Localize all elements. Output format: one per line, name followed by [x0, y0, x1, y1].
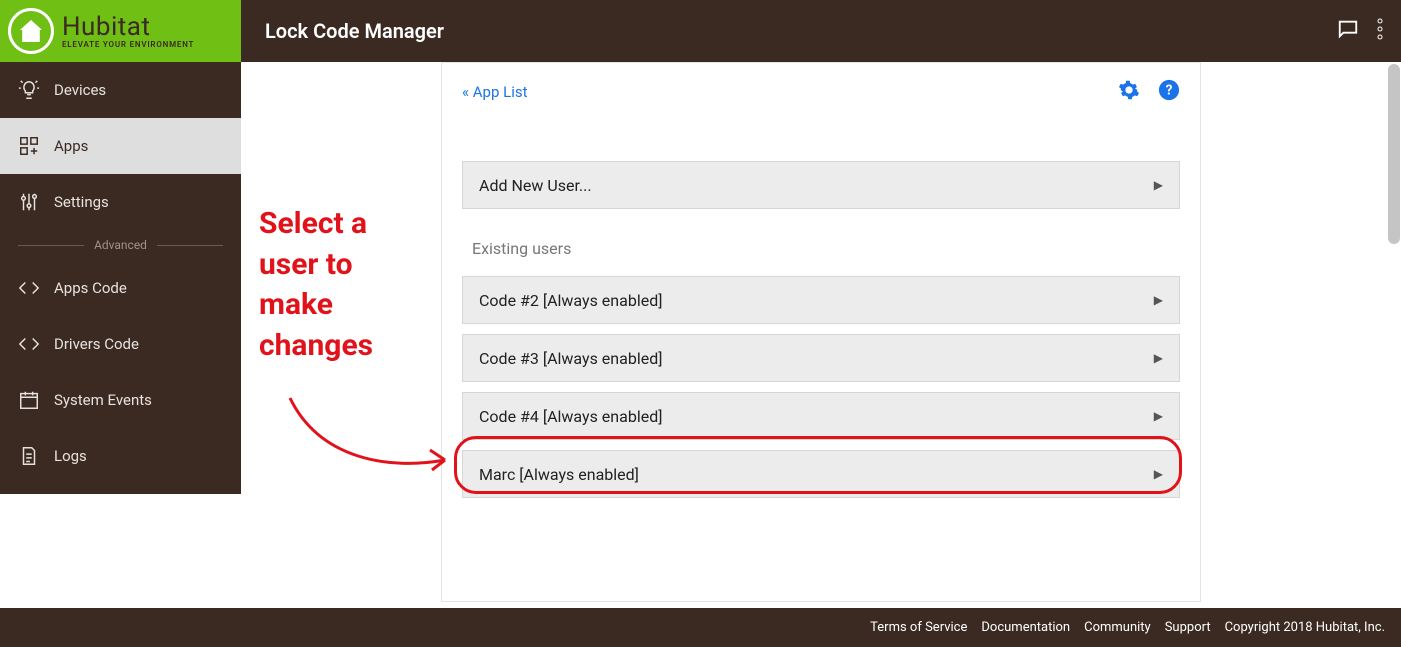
chevron-right-icon: ▶ [1154, 409, 1163, 423]
grid-icon [18, 135, 40, 157]
sidebar-item-label: System Events [54, 391, 152, 409]
gear-icon[interactable] [1118, 79, 1140, 105]
logo-icon [8, 8, 54, 54]
user-row-marc[interactable]: Marc [Always enabled] ▶ [462, 450, 1180, 498]
sidebar: Devices Apps Settings Advanced Apps Code… [0, 62, 241, 494]
app-panel: « App List ? Add New User... ▶ Existing … [441, 62, 1201, 602]
document-icon [18, 445, 40, 467]
svg-text:?: ? [1166, 83, 1173, 99]
user-row[interactable]: Code #3 [Always enabled] ▶ [462, 334, 1180, 382]
existing-users-label: Existing users [472, 239, 1180, 258]
code-icon [18, 277, 40, 299]
sliders-icon [18, 191, 40, 213]
add-user-label: Add New User... [479, 176, 592, 195]
logo-sub: ELEVATE YOUR ENVIRONMENT [62, 40, 194, 49]
scrollbar-thumb[interactable] [1388, 64, 1400, 244]
sidebar-advanced-separator: Advanced [0, 230, 241, 260]
back-to-app-list-link[interactable]: « App List [462, 83, 528, 101]
sidebar-item-label: Logs [54, 447, 87, 465]
help-icon[interactable]: ? [1158, 79, 1180, 105]
footer-copyright: Copyright 2018 Hubitat, Inc. [1225, 620, 1385, 635]
chevron-right-icon: ▶ [1154, 467, 1163, 481]
chevron-right-icon: ▶ [1154, 178, 1163, 192]
top-header: Hubitat ELEVATE YOUR ENVIRONMENT Lock Co… [0, 0, 1401, 62]
panel-header: « App List ? [442, 63, 1200, 121]
calendar-icon [18, 389, 40, 411]
user-row-label: Code #4 [Always enabled] [479, 407, 662, 426]
user-row-label: Code #2 [Always enabled] [479, 291, 662, 310]
sidebar-item-label: Drivers Code [54, 335, 139, 353]
sidebar-item-label: Apps [54, 137, 88, 155]
sidebar-item-system-events[interactable]: System Events [0, 372, 241, 428]
sidebar-item-label: Settings [54, 193, 109, 211]
panel-body: Add New User... ▶ Existing users Code #2… [442, 121, 1200, 528]
user-row-label: Code #3 [Always enabled] [479, 349, 662, 368]
chat-icon[interactable] [1337, 18, 1359, 44]
sidebar-item-logs[interactable]: Logs [0, 428, 241, 484]
main-content: « App List ? Add New User... ▶ Existing … [241, 62, 1401, 608]
user-row[interactable]: Code #4 [Always enabled] ▶ [462, 392, 1180, 440]
logo-block[interactable]: Hubitat ELEVATE YOUR ENVIRONMENT [0, 0, 241, 62]
more-icon[interactable] [1377, 18, 1383, 44]
sidebar-item-apps[interactable]: Apps [0, 118, 241, 174]
topbar-actions [1337, 18, 1401, 44]
sidebar-item-label: Devices [54, 81, 106, 99]
footer-link-community[interactable]: Community [1084, 620, 1151, 635]
footer-link-docs[interactable]: Documentation [981, 620, 1070, 635]
logo-main: Hubitat [62, 14, 194, 40]
chevron-right-icon: ▶ [1154, 293, 1163, 307]
sidebar-item-drivers-code[interactable]: Drivers Code [0, 316, 241, 372]
footer-link-tos[interactable]: Terms of Service [870, 620, 967, 635]
add-user-button[interactable]: Add New User... ▶ [462, 161, 1180, 209]
code-icon [18, 333, 40, 355]
user-row-label: Marc [Always enabled] [479, 465, 639, 484]
footer-link-support[interactable]: Support [1165, 620, 1211, 635]
sidebar-item-settings[interactable]: Settings [0, 174, 241, 230]
bulb-icon [18, 79, 40, 101]
user-row[interactable]: Code #2 [Always enabled] ▶ [462, 276, 1180, 324]
footer: Terms of Service Documentation Community… [0, 608, 1401, 647]
annotation-text: Select a user to make changes [259, 204, 373, 366]
sidebar-item-apps-code[interactable]: Apps Code [0, 260, 241, 316]
chevron-right-icon: ▶ [1154, 351, 1163, 365]
sidebar-item-devices[interactable]: Devices [0, 62, 241, 118]
sidebar-item-label: Apps Code [54, 279, 127, 297]
logo-text: Hubitat ELEVATE YOUR ENVIRONMENT [62, 14, 194, 49]
page-title: Lock Code Manager [265, 19, 444, 43]
